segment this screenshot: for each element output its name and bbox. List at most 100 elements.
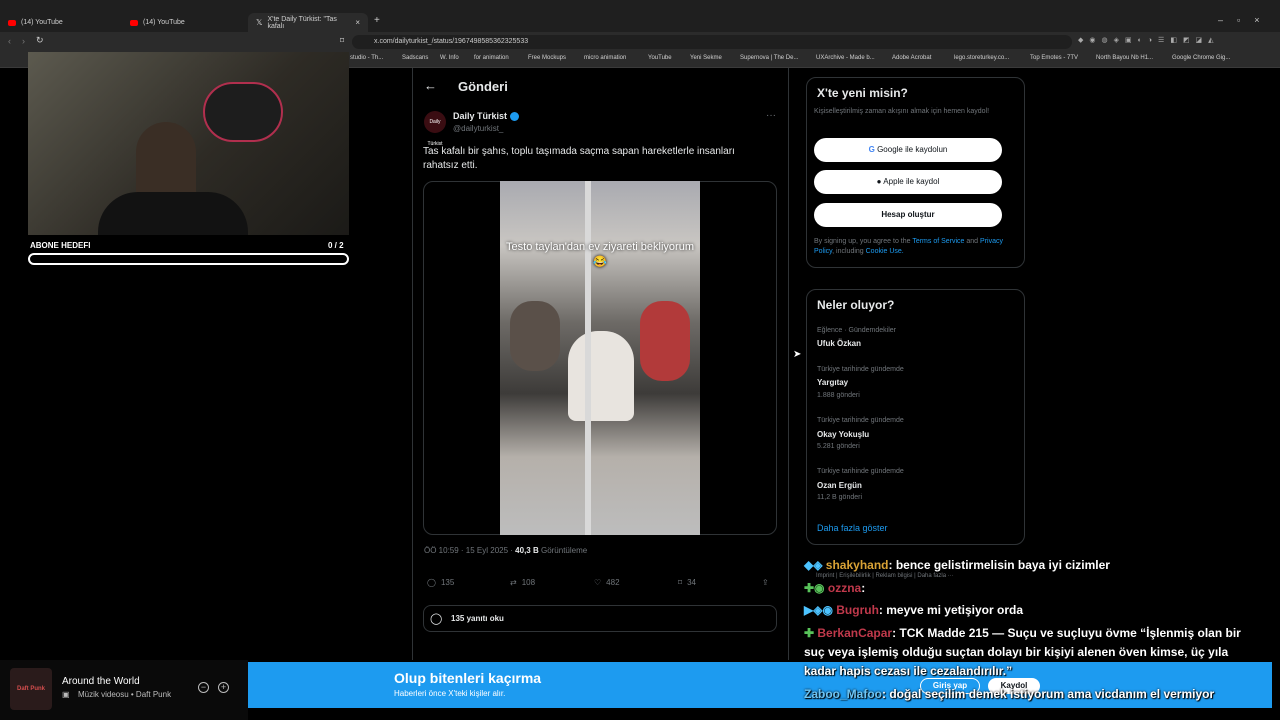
author-name[interactable]: Daily Türkist: [453, 111, 520, 122]
chat-message: ▶◈◉ Bugruh: meyve mi yetişiyor orda: [804, 603, 1023, 617]
share-button[interactable]: ⇪: [762, 578, 769, 587]
signup-terms: By signing up, you agree to the Terms of…: [814, 238, 1003, 255]
mouse-cursor-icon: ➤: [793, 349, 802, 360]
track-title: Around the World: [62, 676, 140, 687]
trend-item[interactable]: Ufuk Özkan: [817, 339, 861, 348]
trend-category: Türkiye tarihinde gündemde: [817, 417, 904, 424]
trend-item[interactable]: Yargıtay: [817, 378, 848, 387]
show-more-link[interactable]: Daha fazla göster: [817, 523, 888, 533]
sub-goal-progress-bar: [28, 253, 349, 265]
new-tab-icon[interactable]: +: [374, 15, 380, 26]
bookmark-item[interactable]: Sadscans: [402, 55, 428, 61]
badge-icon: ▶◈◉: [804, 603, 837, 617]
back-arrow-icon[interactable]: ←: [424, 78, 437, 93]
bookmark-item[interactable]: studio - Th...: [350, 55, 383, 61]
webcam-feed: [28, 52, 349, 235]
bookmark-item[interactable]: YouTube: [648, 55, 672, 61]
bookmark-item[interactable]: micro animation: [584, 55, 626, 61]
bookmark-item[interactable]: for animation: [474, 55, 509, 61]
sub-goal-label: ABONE HEDEFI: [30, 241, 91, 250]
bookmark-item[interactable]: Supernova | The De...: [740, 55, 798, 61]
like-button[interactable]: ♡ 482: [594, 578, 620, 587]
bookmark-item[interactable]: lego.storeturkey.co...: [954, 55, 1009, 61]
author-avatar[interactable]: Daily Türkist: [424, 111, 446, 147]
footer-links[interactable]: Imprint | Erişilebilirlik | Reklam bilgi…: [816, 573, 954, 579]
sub-goal-count: 0 / 2: [328, 241, 344, 250]
tab-youtube-1[interactable]: (14) YouTube: [0, 13, 71, 32]
terms-link[interactable]: Terms of Service: [912, 238, 964, 245]
trend-category: Eğlence · Gündemdekiler: [817, 327, 896, 334]
handrail: [585, 181, 591, 535]
trends-title: Neler oluyor?: [817, 298, 895, 312]
forward-icon[interactable]: ›: [22, 36, 25, 46]
bookmark-item[interactable]: Top Emotes - 7TV: [1030, 55, 1078, 61]
chat-message-continued: kadar hapis cezası ile cezalandırılır.”: [804, 664, 1013, 678]
bookmark-button[interactable]: ⌑ 34: [678, 578, 696, 587]
chat-message-continued: suç veya işlemiş olduğu suçtan dolayı bi…: [804, 645, 1229, 659]
read-replies-button[interactable]: 135 yanıtı oku: [423, 605, 777, 632]
more-options-icon[interactable]: ···: [766, 110, 776, 121]
chat-message: ✚ BerkanCapar: TCK Madde 215 — Suçu ve s…: [804, 626, 1241, 640]
page-title: Gönderi: [458, 79, 508, 94]
banner-title: Olup bitenleri kaçırma: [394, 670, 542, 686]
banner-subtitle: Haberleri önce X'teki kişiler alır.: [394, 689, 506, 698]
badge-icon: ✚◉: [804, 581, 828, 595]
share-icon: ⇪: [762, 578, 769, 587]
trend-count: 11,2 B gönderi: [817, 494, 863, 501]
youtube-icon: [130, 19, 138, 26]
reply-bubble-icon: ◯: [430, 613, 443, 625]
tab-youtube-2[interactable]: (14) YouTube: [122, 13, 193, 32]
post-video[interactable]: [500, 181, 700, 535]
trend-item[interactable]: Okay Yokuşlu: [817, 430, 869, 439]
bookmark-icon: ⌑: [678, 578, 683, 587]
post-meta: ÖÖ 10:59 · 15 Eyl 2025 · 40,3 B Görüntül…: [424, 546, 588, 555]
google-signup-button[interactable]: G Google ile kaydolun: [814, 138, 1002, 162]
minus-circle-icon[interactable]: −: [198, 682, 209, 693]
streamer-body: [98, 192, 248, 235]
tab-close-icon[interactable]: ×: [355, 18, 360, 27]
streamer-figure: [136, 122, 196, 202]
reply-button[interactable]: ◯ 135: [427, 578, 454, 587]
mascot-figure: [203, 82, 283, 142]
plus-circle-icon[interactable]: +: [218, 682, 229, 693]
apple-signup-button[interactable]: ● Apple ile kaydol: [814, 170, 1002, 194]
column-divider: [412, 68, 413, 660]
passenger-figure: [640, 301, 690, 381]
trend-count: 1.888 gönderi: [817, 392, 860, 399]
url-bar[interactable]: x.com/dailyturkist_/status/1967498585362…: [352, 35, 1072, 49]
trend-item[interactable]: Ozan Ergün: [817, 481, 862, 490]
cookie-link[interactable]: Cookie Use.: [866, 248, 904, 255]
bookmark-item[interactable]: W. Info: [440, 55, 459, 61]
passenger-figure: [568, 331, 634, 421]
music-video-icon: ▣: [62, 690, 70, 699]
badge-icon: ◆◈: [804, 558, 826, 572]
signup-subtitle: Kişiselleştirilmiş zaman akışını almak i…: [814, 108, 990, 115]
reload-icon[interactable]: ↻: [36, 35, 44, 46]
back-icon[interactable]: ‹: [8, 36, 11, 46]
trend-category: Türkiye tarihinde gündemde: [817, 366, 904, 373]
signup-title: X'te yeni misin?: [817, 86, 908, 100]
chat-message: ◆◈ shakyhand: bence gelistirmelisin baya…: [804, 558, 1110, 572]
bookmark-star-icon[interactable]: ⌑: [340, 36, 344, 45]
window-controls[interactable]: –▫×: [1218, 15, 1273, 25]
youtube-icon: [8, 19, 16, 26]
bookmark-item[interactable]: Google Chrome Gig...: [1172, 55, 1230, 61]
bookmark-item[interactable]: Yeni Sekme: [690, 55, 722, 61]
bookmark-item[interactable]: Free Mockups: [528, 55, 566, 61]
trend-category: Türkiye tarihinde gündemde: [817, 468, 904, 475]
google-icon: G: [868, 145, 878, 154]
repost-icon: ⇄: [510, 578, 517, 587]
verified-badge-icon: [510, 112, 520, 122]
badge-icon: ✚: [804, 626, 818, 640]
chat-message: Zaboo_Mafoo: doğal seçilim demek istiyor…: [804, 687, 1215, 701]
tab-x-post[interactable]: 𝕏 X'te Daily Türkist: "Tas kafalı ×: [248, 13, 368, 32]
video-caption: Testo taylan'dan ev ziyareti bekliyorum …: [506, 241, 694, 268]
bookmark-item[interactable]: North Bayou Nb H1...: [1096, 55, 1153, 61]
repost-button[interactable]: ⇄ 108: [510, 578, 535, 587]
bookmark-item[interactable]: UXArchive - Made b...: [816, 55, 875, 61]
create-account-button[interactable]: Hesap oluştur: [814, 203, 1002, 227]
author-handle[interactable]: @dailyturkist_: [453, 124, 503, 133]
bookmark-item[interactable]: Adobe Acrobat: [892, 55, 931, 61]
trend-count: 5.281 gönderi: [817, 443, 860, 450]
extension-icons[interactable]: ◆◉◍◈▣◐◑☰◧◩◪◭: [1078, 36, 1220, 44]
